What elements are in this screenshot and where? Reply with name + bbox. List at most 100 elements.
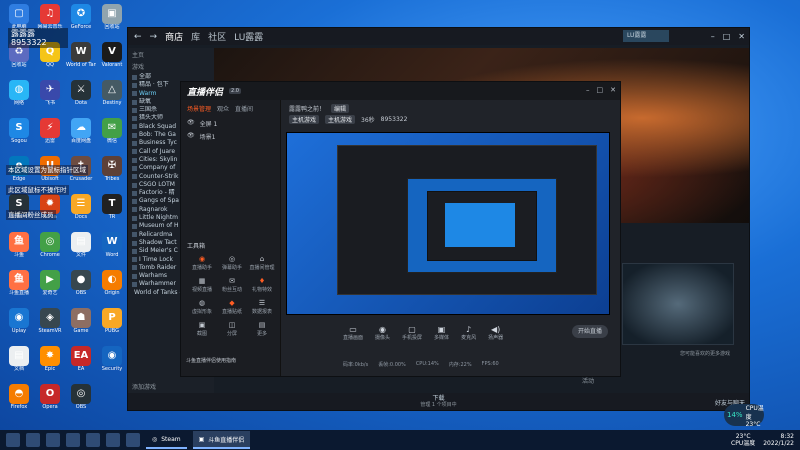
desktop-icon[interactable]: ▶ 爱奇艺 <box>35 270 65 300</box>
desktop-icon[interactable]: ◉ Uplay <box>4 308 34 338</box>
cpu-monitor-widget[interactable]: 14% CPU温度 23°C <box>724 404 764 428</box>
back-button[interactable]: ← <box>134 32 142 42</box>
taskview-icon[interactable] <box>46 433 60 447</box>
desktop-icon-label: Origin <box>104 290 120 296</box>
room-category-tag[interactable]: 主机游戏 <box>289 115 320 124</box>
clock[interactable]: 8:32 2022/1/22 <box>763 433 794 447</box>
tab-scenes[interactable]: 场景管理 <box>187 104 211 113</box>
desktop-icon[interactable]: ◎ OBS <box>66 384 96 414</box>
source-control-button[interactable]: ▭ 直播画面 <box>343 325 363 341</box>
toolbox-item[interactable]: ◉ 直播助手 <box>187 254 217 271</box>
app-icon: ⚡ <box>40 118 60 138</box>
desktop-icon[interactable]: ◎ Chrome <box>35 232 65 262</box>
control-label: 手机投屏 <box>402 335 423 341</box>
pinned-app-icon[interactable] <box>86 433 100 447</box>
desktop-icon[interactable]: ▣ 回收站 <box>97 4 127 34</box>
toolbox-item[interactable]: ⌂ 直播间管理 <box>247 254 277 271</box>
start-icon[interactable] <box>6 433 20 447</box>
toolbox-item[interactable]: ◫ 分屏 <box>217 320 247 337</box>
desktop-icon[interactable]: EA EA <box>66 346 96 376</box>
menu-community[interactable]: 社区 <box>208 30 226 43</box>
desktop-icon[interactable]: 鱼斗鱼直播 <box>4 270 34 300</box>
desktop-icon[interactable]: ◓ Firefox <box>4 384 34 414</box>
desktop-icon[interactable]: ✈ 飞书 <box>35 80 65 110</box>
room-category-tag[interactable]: 主机游戏 <box>325 115 356 124</box>
desktop-icon[interactable]: T TR <box>97 194 127 224</box>
desktop-icon[interactable]: ✸ Epic <box>35 346 65 376</box>
desktop-icon[interactable]: ◐ Origin <box>97 270 127 300</box>
menu-store[interactable]: 商店 <box>165 30 183 43</box>
pinned-app-icon[interactable] <box>66 433 80 447</box>
toolbox-item[interactable]: ▦ 视频直播 <box>187 276 217 293</box>
toolbox-item[interactable]: ▣ 截图 <box>187 320 217 337</box>
tab-room[interactable]: 直播间 <box>235 104 253 113</box>
toolbox-item[interactable]: ☰ 数据报表 <box>247 298 277 315</box>
scene-item[interactable]: 👁 场景1 <box>181 130 280 143</box>
toolbox-item[interactable]: ♦ 礼物特效 <box>247 276 277 293</box>
desktop-icon[interactable]: ✉ 微信 <box>97 118 127 148</box>
room-edit-button[interactable]: 编辑 <box>331 104 350 113</box>
desktop-icon[interactable]: ☗ Game <box>66 308 96 338</box>
add-game-button[interactable]: 添加游戏 <box>132 382 156 391</box>
close-button[interactable]: ✕ <box>738 32 745 41</box>
steam-user-badge[interactable]: LU露露 <box>623 30 669 42</box>
desktop-icon[interactable]: △ Destiny <box>97 80 127 110</box>
source-control-button[interactable]: ▣ 多媒体 <box>434 325 449 341</box>
desktop-icon[interactable]: ◍ 网络 <box>4 80 34 110</box>
scene-item[interactable]: 👁 全屏 1 <box>181 117 280 130</box>
desktop-icon[interactable]: ⚡ 迅雷 <box>35 118 65 148</box>
toolbox-item[interactable]: ▤ 更多 <box>247 320 277 337</box>
library-home[interactable]: 主页 <box>128 48 214 60</box>
pinned-app-icon[interactable] <box>106 433 120 447</box>
library-section-games[interactable]: 游戏 <box>128 60 214 73</box>
tab-audience[interactable]: 观众 <box>217 104 229 113</box>
stream-preview[interactable] <box>286 132 610 315</box>
search-icon[interactable] <box>26 433 40 447</box>
taskbar-app-steam[interactable]: ◎ Steam <box>146 431 187 449</box>
forward-button[interactable]: → <box>150 32 158 42</box>
usage-guide-link[interactable]: 斗鱼直播伴侣使用指南 <box>186 357 236 364</box>
desktop-icon[interactable]: ▤ 文档 <box>4 346 34 376</box>
source-control-button[interactable]: ◀) 扬声器 <box>488 325 503 341</box>
desktop-icon[interactable]: P PUBG <box>97 308 127 338</box>
desktop-icon[interactable]: ◈ SteamVR <box>35 308 65 338</box>
desktop-icon[interactable]: V Valorant <box>97 42 127 72</box>
desktop-icon[interactable]: ✪ GeForce <box>66 4 96 34</box>
toolbox-item[interactable]: ✉ 粉丝互动 <box>217 276 247 293</box>
desktop-icon[interactable]: ▤ 文件 <box>66 232 96 262</box>
eye-icon[interactable]: 👁 <box>187 119 195 128</box>
toolbox-item[interactable]: ◆ 直播贴纸 <box>217 298 247 315</box>
toolbox-item[interactable]: ◍ 虚拟形象 <box>187 298 217 315</box>
source-control-button[interactable]: ▢ 手机投屏 <box>402 325 422 341</box>
source-control-button[interactable]: ◉ 摄像头 <box>375 325 390 341</box>
maximize-button[interactable]: □ <box>597 86 604 94</box>
pinned-app-icon[interactable] <box>126 433 140 447</box>
temperature-readout[interactable]: 23°C CPU温度 <box>731 433 755 447</box>
desktop-icon[interactable]: ◉ Security <box>97 346 127 376</box>
toolbox-item[interactable]: ◎ 弹幕助手 <box>217 254 247 271</box>
desktop-icon[interactable]: ⚔ Dota <box>66 80 96 110</box>
desktop-icon[interactable]: ✠ Tribes <box>97 156 127 186</box>
source-control-button[interactable]: ♪ 麦克风 <box>461 325 476 341</box>
desktop-icon[interactable]: ☁ 百度网盘 <box>66 118 96 148</box>
downloads-status[interactable]: 下载 管理 1 个项目中 <box>420 395 456 409</box>
taskbar-app-streaming[interactable]: ▣ 斗鱼直播伴侣 <box>192 431 251 449</box>
recommended-game-thumbnail[interactable] <box>622 263 734 345</box>
menu-profile[interactable]: LU露露 <box>234 30 263 43</box>
desktop-icon[interactable]: WWorld of Tanks <box>66 42 96 72</box>
menu-library[interactable]: 库 <box>191 30 200 43</box>
desktop-icon[interactable]: S Sogou <box>4 118 34 148</box>
desktop-icon[interactable]: ☰ Docs <box>66 194 96 224</box>
minimize-button[interactable]: – <box>711 32 715 41</box>
desktop-icon[interactable]: ● OBS <box>66 270 96 300</box>
minimize-button[interactable]: – <box>586 86 590 94</box>
start-stream-button[interactable]: 开始直播 <box>572 325 608 338</box>
close-button[interactable]: ✕ <box>610 86 616 94</box>
desktop-icon[interactable]: O Opera <box>35 384 65 414</box>
app-icon: ⚔ <box>71 80 91 100</box>
eye-icon[interactable]: 👁 <box>187 132 195 141</box>
desktop-icon[interactable]: 鱼斗鱼 <box>4 232 34 262</box>
desktop-icon[interactable]: W Word <box>97 232 127 262</box>
maximize-button[interactable]: □ <box>723 32 731 41</box>
desktop-icon-label: 网络 <box>13 100 24 106</box>
